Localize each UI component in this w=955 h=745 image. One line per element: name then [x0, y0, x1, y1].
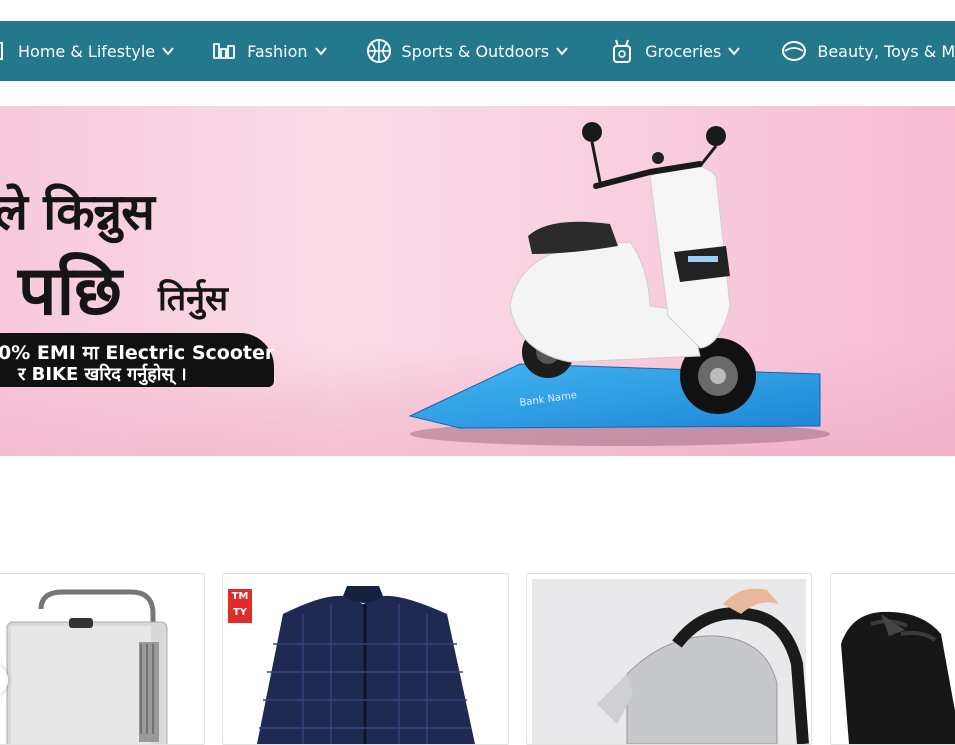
nav-item-home-lifestyle[interactable]: Home & Lifestyle — [0, 21, 175, 81]
emi-offer-box: 0% EMI मा Electric Scooter र BIKE खरिद ग… — [0, 333, 274, 387]
groceries-bag-icon — [609, 38, 635, 64]
nav-item-beauty-toys[interactable]: Beauty, Toys & Mo — [781, 21, 955, 81]
product-card-water-heater[interactable] — [0, 573, 205, 745]
badge-text-2: TY — [232, 607, 248, 618]
leather-gloves-image — [841, 611, 955, 744]
category-nav-bar: Home & Lifestyle Fashion Sports & Outdoo… — [0, 21, 955, 81]
nav-item-label: Groceries — [645, 41, 722, 61]
product-badge: TM TY — [228, 589, 252, 623]
nav-item-label: Sports & Outdoors — [401, 41, 550, 61]
chevron-down-icon — [727, 44, 741, 58]
product-card-electric-kettle[interactable] — [526, 573, 812, 745]
electric-kettle-image — [532, 579, 809, 744]
puffer-jacket-image — [257, 586, 475, 744]
water-heater-image — [6, 589, 168, 744]
nav-item-groceries[interactable]: Groceries — [609, 21, 741, 81]
chevron-down-icon — [314, 44, 328, 58]
promo-banner[interactable]: ले किन्नुस पछि तिर्नुस 0% EMI मा Electri… — [0, 106, 955, 456]
emi-offer-line2: र BIKE खरिद गर्नुहोस् । — [18, 364, 187, 385]
home-lifestyle-icon — [0, 38, 8, 64]
nav-item-label: Home & Lifestyle — [18, 41, 156, 61]
electric-scooter-image: Bank Name — [408, 122, 830, 446]
banner-headline-line2: पछि — [18, 252, 122, 331]
nav-item-label: Beauty, Toys & Mo — [817, 41, 955, 61]
chevron-down-icon — [555, 44, 569, 58]
basketball-icon — [366, 38, 392, 64]
chevron-down-icon — [161, 44, 175, 58]
product-card-puffer-jacket[interactable] — [222, 573, 509, 745]
nav-item-fashion[interactable]: Fashion — [211, 21, 327, 81]
beauty-icon — [781, 38, 807, 64]
nav-item-label: Fashion — [247, 41, 308, 61]
fashion-icon — [211, 38, 237, 64]
product-card-leather-gloves[interactable] — [830, 573, 955, 745]
nav-item-sports-outdoors[interactable]: Sports & Outdoors — [366, 21, 570, 81]
badge-text-1: TM — [231, 591, 249, 602]
banner-headline-line3: तिर्नुस — [158, 279, 229, 319]
banner-headline-line1: ले किन्नुस — [0, 183, 155, 241]
